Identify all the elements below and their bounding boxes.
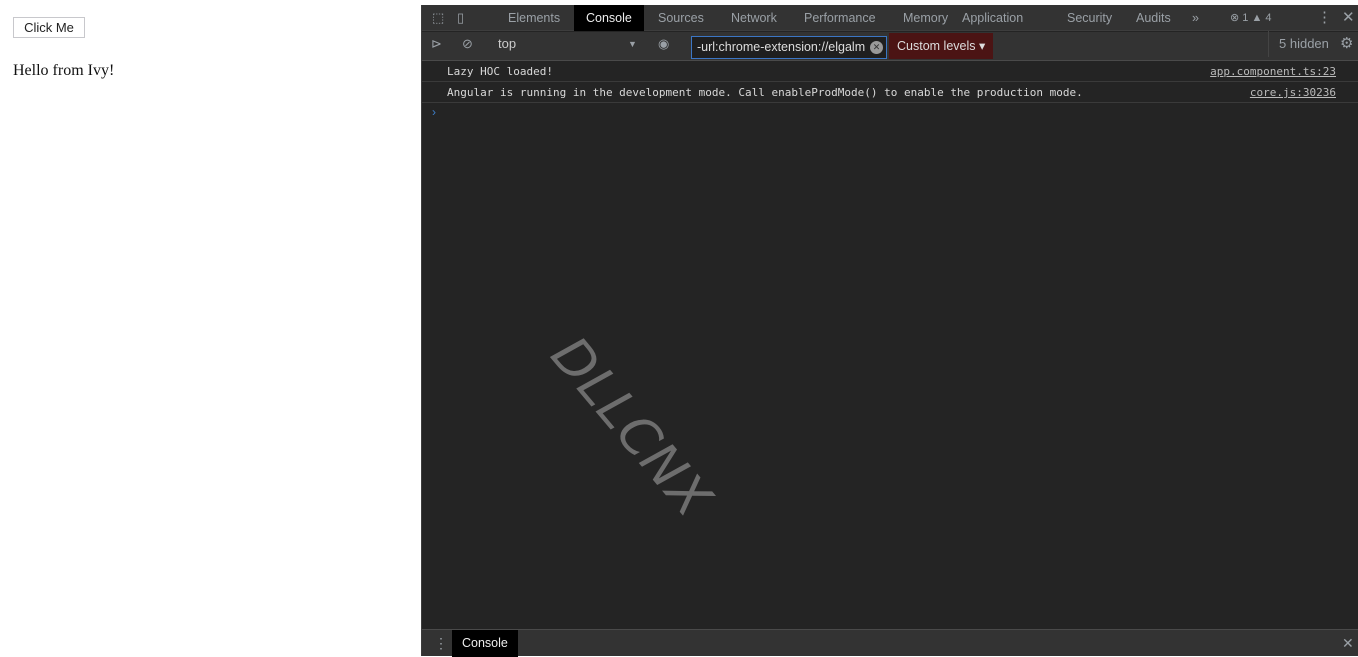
filter-value: -url:chrome-extension://elgalm (697, 40, 866, 54)
console-message: Angular is running in the development mo… (422, 83, 1358, 103)
warning-icon: ▲ (1251, 12, 1263, 24)
click-me-button[interactable]: Click Me (13, 17, 85, 38)
inspect-element-icon[interactable]: ⬚ (432, 5, 444, 31)
error-count[interactable]: ⊗ 1 ▲ 4 (1230, 5, 1272, 31)
eye-icon[interactable]: ◉ (658, 31, 669, 57)
gear-icon[interactable]: ⚙ (1340, 31, 1353, 57)
tab-elements[interactable]: Elements (508, 5, 560, 31)
warning-count-value: 4 (1265, 12, 1272, 24)
context-select[interactable]: top (498, 31, 516, 57)
filter-input[interactable]: -url:chrome-extension://elgalm ✕ (691, 36, 887, 59)
tab-performance[interactable]: Performance (804, 5, 876, 31)
tab-console[interactable]: Console (574, 5, 644, 31)
more-options-icon[interactable]: ⋮ (1317, 5, 1332, 31)
clear-console-icon[interactable]: ⊘ (462, 31, 473, 57)
clear-filter-icon[interactable]: ✕ (870, 41, 883, 54)
close-drawer-icon[interactable]: ✕ (1342, 630, 1354, 656)
chevron-down-icon[interactable]: ▼ (628, 31, 637, 57)
source-link[interactable]: app.component.ts:23 (1210, 62, 1336, 82)
error-icon: ⊗ (1230, 12, 1240, 24)
watermark: DLLCNX (539, 325, 724, 529)
devtools-panel: ⬚ ▯ Elements Console Sources Network Per… (421, 5, 1358, 657)
message-text: Lazy HOC loaded! (447, 65, 553, 78)
tab-security[interactable]: Security (1067, 5, 1112, 31)
tab-application[interactable]: Application (962, 5, 1023, 31)
drawer: ⋮ Console ✕ (422, 629, 1358, 657)
close-icon[interactable]: ✕ (1342, 5, 1355, 31)
tab-network[interactable]: Network (731, 5, 777, 31)
devtools-tabbar: ⬚ ▯ Elements Console Sources Network Per… (422, 5, 1358, 31)
error-count-value: 1 (1242, 12, 1249, 24)
log-levels-dropdown[interactable]: Custom levels ▾ (889, 33, 993, 59)
drawer-tab-console[interactable]: Console (452, 630, 518, 657)
console-message: Lazy HOC loaded! app.component.ts:23 (422, 62, 1358, 82)
drawer-menu-icon[interactable]: ⋮ (434, 630, 448, 656)
tab-memory[interactable]: Memory (903, 5, 948, 31)
source-link[interactable]: core.js:30236 (1250, 83, 1336, 103)
console-toolbar: ⊳ ⊘ top ▼ ◉ -url:chrome-extension://elga… (422, 31, 1358, 61)
more-tabs-button[interactable]: » (1192, 5, 1199, 31)
message-text: Angular is running in the development mo… (447, 86, 1083, 99)
device-toolbar-icon[interactable]: ▯ (457, 5, 464, 31)
sidebar-toggle-icon[interactable]: ⊳ (431, 31, 442, 57)
console-prompt[interactable]: › (432, 105, 436, 119)
tab-audits[interactable]: Audits (1136, 5, 1171, 31)
hello-text: Hello from Ivy! (13, 62, 115, 79)
hidden-count: 5 hidden (1268, 31, 1329, 57)
tab-sources[interactable]: Sources (658, 5, 704, 31)
